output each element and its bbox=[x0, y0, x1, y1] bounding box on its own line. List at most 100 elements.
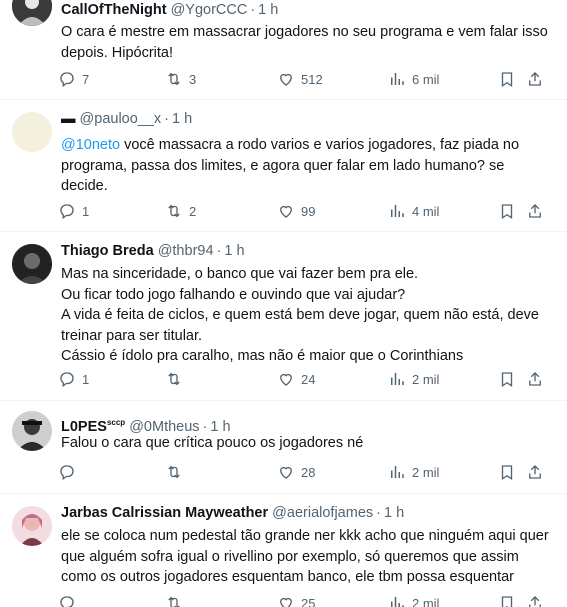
tweet-text: O cara é mestre em massacrar jogadores n… bbox=[61, 22, 555, 63]
views-button[interactable]: 2 mil bbox=[388, 462, 439, 482]
like-button[interactable]: 25 bbox=[277, 593, 315, 607]
bookmark-button[interactable] bbox=[498, 462, 516, 482]
avatar[interactable] bbox=[12, 506, 52, 546]
share-icon bbox=[526, 202, 544, 220]
reply-button[interactable] bbox=[58, 462, 82, 482]
tweet-text: Mas na sinceridade, o banco que vai faze… bbox=[61, 264, 555, 367]
reply-button[interactable] bbox=[58, 593, 82, 607]
retweet-icon bbox=[165, 202, 183, 220]
views-icon bbox=[388, 202, 406, 220]
display-name[interactable]: ▬ bbox=[61, 111, 76, 127]
tweet-header: ▬ @pauloo__x · 1 h bbox=[61, 110, 192, 129]
reply-button[interactable]: 7 bbox=[58, 69, 89, 89]
tweet-text-line: Ou ficar todo jogo falhando e ouvindo qu… bbox=[61, 286, 406, 303]
bookmark-button[interactable] bbox=[498, 69, 516, 89]
tweet-text-line: como os outros jogadores esquentam banco… bbox=[61, 569, 514, 585]
tweet-2[interactable]: ▬ @pauloo__x · 1 h @10neto você massacra a… bbox=[0, 100, 567, 230]
tweet-header: CallOfTheNight @YgorCCC · 1 h bbox=[61, 1, 278, 20]
avatar[interactable] bbox=[12, 112, 52, 152]
like-icon bbox=[277, 370, 295, 388]
share-button[interactable] bbox=[526, 201, 544, 221]
retweet-button[interactable] bbox=[165, 462, 189, 482]
tweet-text-line: decide. bbox=[61, 178, 108, 194]
bookmark-button[interactable] bbox=[498, 369, 516, 389]
retweet-button[interactable]: 3 bbox=[165, 69, 196, 89]
share-icon bbox=[526, 463, 544, 481]
timestamp[interactable]: 1 h bbox=[384, 505, 404, 521]
share-icon bbox=[526, 594, 544, 607]
views-count: 6 mil bbox=[412, 71, 440, 87]
tweet-text-line: depois. Hipócrita! bbox=[61, 44, 174, 61]
bookmark-icon bbox=[498, 463, 516, 481]
display-name[interactable]: Thiago Breda bbox=[61, 243, 154, 259]
views-icon bbox=[388, 370, 406, 388]
avatar[interactable] bbox=[12, 0, 52, 26]
like-button[interactable]: 512 bbox=[277, 69, 323, 89]
tweet-actions: 1 24 2 mil bbox=[58, 369, 548, 389]
tweet-text-line: programa, passa dos limites, e agora que… bbox=[61, 157, 505, 174]
views-button[interactable]: 2 mil bbox=[388, 369, 439, 389]
handle[interactable]: @thbr94 bbox=[158, 243, 214, 259]
reply-button[interactable]: 1 bbox=[58, 369, 89, 389]
handle[interactable]: @YgorCCC bbox=[171, 2, 248, 18]
retweet-icon bbox=[165, 370, 183, 388]
tweet-3[interactable]: Thiago Breda @thbr94 · 1 h Mas na sincerid… bbox=[0, 232, 567, 400]
tweet-5[interactable]: Jarbas Calrissian Mayweather @aerialofja… bbox=[0, 494, 567, 607]
bookmark-icon bbox=[498, 370, 516, 388]
retweet-count: 2 bbox=[189, 203, 197, 219]
display-name[interactable]: Jarbas Calrissian Mayweather bbox=[61, 505, 268, 521]
like-button[interactable]: 99 bbox=[277, 201, 315, 221]
like-icon bbox=[277, 463, 295, 481]
retweet-button[interactable] bbox=[165, 369, 189, 389]
bookmark-button[interactable] bbox=[498, 593, 516, 607]
like-icon bbox=[277, 594, 295, 607]
tweet-text-line: ele se coloca num pedestal tão grande ne… bbox=[61, 528, 549, 544]
share-button[interactable] bbox=[526, 369, 544, 389]
views-icon bbox=[388, 463, 406, 481]
avatar[interactable] bbox=[12, 244, 52, 284]
retweet-icon bbox=[165, 463, 183, 481]
retweet-button[interactable]: 2 bbox=[165, 201, 196, 221]
views-button[interactable]: 6 mil bbox=[388, 69, 439, 89]
share-icon bbox=[526, 70, 544, 88]
tweet-4[interactable]: L0PESsccp @0Mtheus · 1 h Falou o cara que … bbox=[0, 401, 567, 493]
tweet-actions: 25 2 mil bbox=[58, 593, 548, 607]
like-button[interactable]: 28 bbox=[277, 462, 315, 482]
timestamp[interactable]: 1 h bbox=[258, 2, 278, 18]
retweet-icon bbox=[165, 594, 183, 607]
like-count: 25 bbox=[301, 595, 316, 607]
like-count: 24 bbox=[301, 371, 316, 387]
views-count: 2 mil bbox=[412, 464, 440, 480]
share-button[interactable] bbox=[526, 69, 544, 89]
tweet-text-line: Cássio é ídolo pra caralho, mas não é ma… bbox=[61, 348, 464, 364]
handle[interactable]: @pauloo__x bbox=[80, 111, 162, 127]
views-icon bbox=[388, 70, 406, 88]
tweet-text: @10neto você massacra a rodo varios e va… bbox=[61, 135, 555, 197]
share-button[interactable] bbox=[526, 593, 544, 607]
mention-link[interactable]: @10neto bbox=[61, 137, 120, 153]
timestamp[interactable]: 1 h bbox=[172, 111, 192, 127]
reply-count: 7 bbox=[82, 71, 90, 87]
retweet-button[interactable] bbox=[165, 593, 189, 607]
reply-button[interactable]: 1 bbox=[58, 201, 89, 221]
views-button[interactable]: 4 mil bbox=[388, 201, 439, 221]
tweet-1[interactable]: CallOfTheNight @YgorCCC · 1 h O cara é mes… bbox=[0, 0, 567, 98]
views-button[interactable]: 2 mil bbox=[388, 593, 439, 607]
separator-dot: · bbox=[164, 111, 170, 127]
tweet-text-segment: você massacra a rodo varios e varios jog… bbox=[120, 137, 520, 153]
like-count: 28 bbox=[301, 464, 316, 480]
reply-count: 1 bbox=[82, 203, 90, 219]
tweet-text-line: Mas na sinceridade, o banco que vai faze… bbox=[61, 266, 419, 282]
tweet-text: ele se coloca num pedestal tão grande ne… bbox=[61, 526, 555, 588]
handle[interactable]: @aerialofjames bbox=[272, 505, 373, 521]
tweet-header: Thiago Breda @thbr94 · 1 h bbox=[61, 242, 245, 261]
tweet-text: Falou o cara que crítica pouco os jogado… bbox=[61, 433, 555, 454]
share-button[interactable] bbox=[526, 462, 544, 482]
timestamp[interactable]: 1 h bbox=[224, 243, 244, 259]
display-name[interactable]: CallOfTheNight bbox=[61, 2, 167, 18]
tweet-header: Jarbas Calrissian Mayweather @aerialofja… bbox=[61, 504, 404, 523]
avatar[interactable] bbox=[12, 411, 52, 451]
like-button[interactable]: 24 bbox=[277, 369, 315, 389]
bookmark-button[interactable] bbox=[498, 201, 516, 221]
bookmark-icon bbox=[498, 594, 516, 607]
